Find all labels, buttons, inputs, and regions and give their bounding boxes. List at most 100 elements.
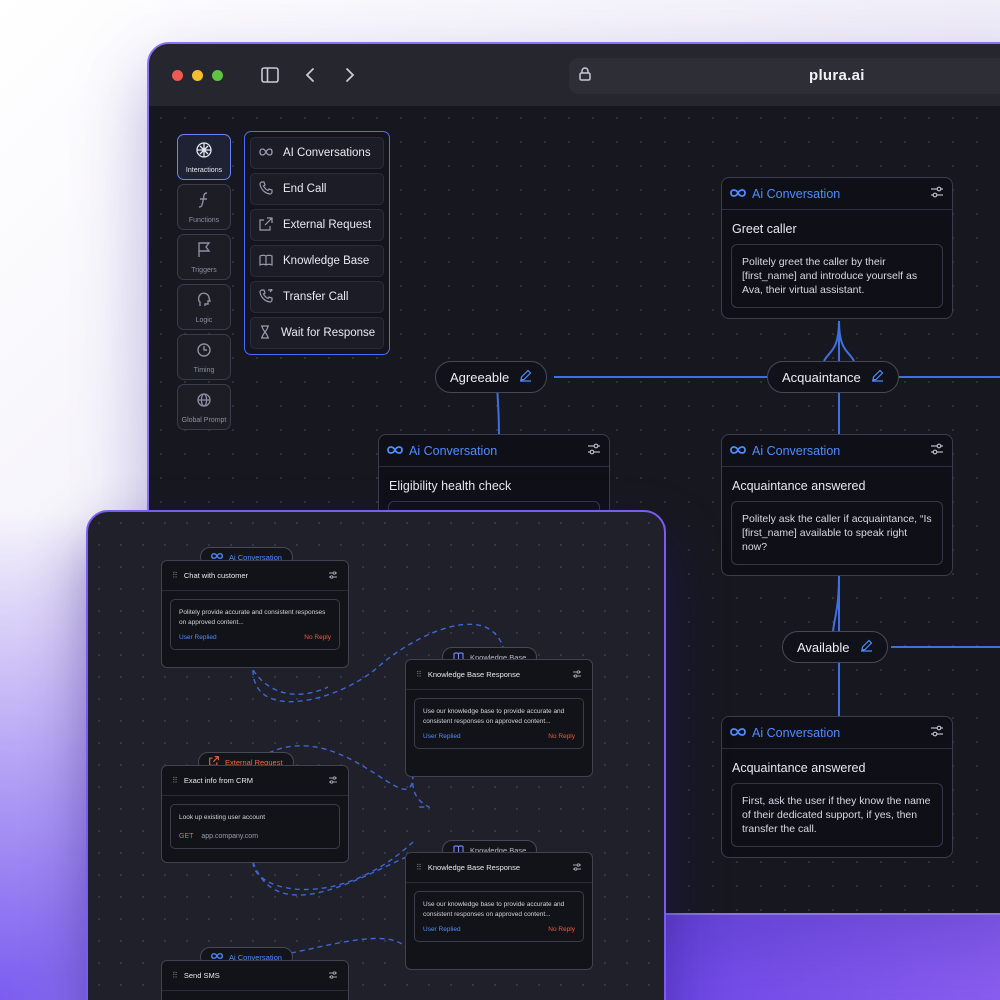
node-prompt[interactable]: Look up existing user account GET app.co… (170, 804, 340, 849)
node-type-label: Ai Conversation (752, 443, 841, 458)
no-reply-branch[interactable]: No Reply (304, 633, 331, 643)
edge-pill-available[interactable]: Available (782, 631, 888, 663)
menu-item-transfer-call[interactable]: Transfer Call (250, 281, 384, 313)
edge-pill-agreeable[interactable]: Agreeable (435, 361, 548, 393)
sidebar-toggle-icon[interactable] (257, 62, 283, 88)
infinity-icon (730, 185, 746, 203)
flag-icon (196, 241, 212, 264)
flow-node[interactable]: Ai Conversation Acquaintance answered Po… (721, 434, 953, 576)
flow-node[interactable]: ⠿ Knowledge Base Response Use our knowle… (405, 852, 593, 970)
drag-handle-icon[interactable]: ⠿ (416, 670, 422, 679)
node-header: ⠿ Knowledge Base Response (406, 660, 592, 690)
settings-sliders-icon[interactable] (587, 442, 601, 460)
no-reply-branch[interactable]: No Reply (548, 925, 575, 935)
clock-icon (196, 341, 212, 364)
flow-node[interactable]: ⠿ Exact info from CRM Look up existing u… (161, 765, 349, 863)
menu-item-label: AI Conversations (283, 147, 371, 159)
infinity-icon (730, 442, 746, 460)
minimize-window-button[interactable] (192, 70, 203, 81)
settings-sliders-icon[interactable] (572, 862, 582, 873)
node-prompt[interactable]: Use our knowledge base to provide accura… (414, 891, 584, 942)
rail-label: Interactions (185, 166, 223, 174)
infinity-icon (387, 442, 403, 460)
menu-item-ai-conversations[interactable]: AI Conversations (250, 137, 384, 169)
edit-pencil-icon[interactable] (519, 369, 532, 385)
rail-item-functions[interactable]: Functions (177, 184, 231, 230)
menu-item-label: Wait for Response (281, 327, 376, 339)
edge-pill-acquaintance[interactable]: Acquaintance (767, 361, 899, 393)
rail-item-triggers[interactable]: Triggers (177, 234, 231, 280)
node-header: ⠿ Knowledge Base Response (406, 853, 592, 883)
back-icon[interactable] (297, 62, 323, 88)
forward-icon[interactable] (337, 62, 363, 88)
edge-label: Agreeable (450, 369, 510, 385)
drag-handle-icon[interactable]: ⠿ (172, 571, 178, 580)
menu-item-label: External Request (283, 219, 372, 231)
node-prompt[interactable]: First, ask the user if they know the nam… (731, 783, 943, 847)
menu-item-wait-for-response[interactable]: Wait for Response (250, 317, 384, 349)
edit-pencil-icon[interactable] (860, 639, 873, 655)
node-title: Send SMS (183, 971, 220, 980)
phone-transfer-icon (259, 287, 273, 306)
drag-handle-icon[interactable]: ⠿ (172, 776, 178, 785)
settings-sliders-icon[interactable] (328, 570, 338, 581)
external-link-icon (259, 216, 273, 234)
function-icon (196, 191, 212, 214)
settings-sliders-icon[interactable] (930, 442, 944, 460)
edge-label: Available (797, 639, 850, 655)
flow-node[interactable]: ⠿ Knowledge Base Response Use our knowle… (405, 659, 593, 777)
node-title: Eligibility health check (389, 479, 512, 493)
prompt-text: Look up existing user account (179, 814, 265, 821)
rail-item-logic[interactable]: Logic (177, 284, 231, 330)
edge-label: Acquaintance (782, 369, 861, 385)
rail-label: Global Prompt (181, 416, 227, 424)
rail-item-global-prompt[interactable]: Global Prompt (177, 384, 231, 430)
reply-branches: User Replied No Reply (423, 925, 575, 935)
settings-sliders-icon[interactable] (930, 185, 944, 203)
settings-sliders-icon[interactable] (328, 775, 338, 786)
node-title: Acquaintance answered (732, 479, 866, 493)
request-line: GET app.company.com (179, 832, 331, 842)
phone-icon (259, 180, 273, 198)
flow-node[interactable]: ⠿ Chat with customer Politely provide ac… (161, 560, 349, 668)
drag-handle-icon[interactable]: ⠿ (172, 971, 178, 980)
flow-preview-window: Ai Conversation ⠿ Chat with customer Pol… (86, 510, 666, 1000)
user-replied-branch[interactable]: User Replied (179, 633, 217, 643)
drag-handle-icon[interactable]: ⠿ (416, 863, 422, 872)
node-header: ⠿ Send SMS (162, 961, 348, 991)
hourglass-icon (259, 324, 271, 342)
settings-sliders-icon[interactable] (930, 724, 944, 742)
edit-pencil-icon[interactable] (871, 369, 884, 385)
book-icon (259, 254, 273, 269)
settings-sliders-icon[interactable] (572, 669, 582, 680)
background-accent (640, 915, 1000, 1000)
address-bar[interactable]: plura.ai (569, 58, 1000, 94)
user-replied-branch[interactable]: User Replied (423, 732, 461, 742)
interaction-rail: Interactions Functions Triggers Logic Ti… (177, 134, 233, 434)
menu-item-label: End Call (283, 183, 327, 195)
rail-item-interactions[interactable]: Interactions (177, 134, 231, 180)
close-window-button[interactable] (172, 70, 183, 81)
rail-label: Triggers (191, 266, 217, 274)
menu-item-end-call[interactable]: End Call (250, 173, 384, 205)
zoom-window-button[interactable] (212, 70, 223, 81)
menu-item-knowledge-base[interactable]: Knowledge Base (250, 245, 384, 277)
flow-node[interactable]: ⠿ Send SMS (161, 960, 349, 1000)
node-title: Knowledge Base Response (427, 670, 521, 679)
node-title: Acquaintance answered (732, 761, 866, 775)
node-prompt[interactable]: Use our knowledge base to provide accura… (414, 698, 584, 749)
flow-node[interactable]: Ai Conversation Greet caller Politely gr… (721, 177, 953, 319)
flow-node[interactable]: Ai Conversation Acquaintance answered Fi… (721, 716, 953, 858)
settings-sliders-icon[interactable] (328, 970, 338, 981)
url-text: plura.ai (809, 67, 865, 84)
user-replied-branch[interactable]: User Replied (423, 925, 461, 935)
node-prompt[interactable]: Politely greet the caller by their [firs… (731, 244, 943, 308)
brain-icon (196, 291, 212, 314)
rail-item-timing[interactable]: Timing (177, 334, 231, 380)
no-reply-branch[interactable]: No Reply (548, 732, 575, 742)
menu-item-external-request[interactable]: External Request (250, 209, 384, 241)
node-prompt[interactable]: Politely provide accurate and consistent… (170, 599, 340, 650)
node-prompt[interactable]: Politely ask the caller if acquaintance,… (731, 501, 943, 565)
http-method: GET (179, 833, 194, 840)
infinity-icon (730, 724, 746, 742)
